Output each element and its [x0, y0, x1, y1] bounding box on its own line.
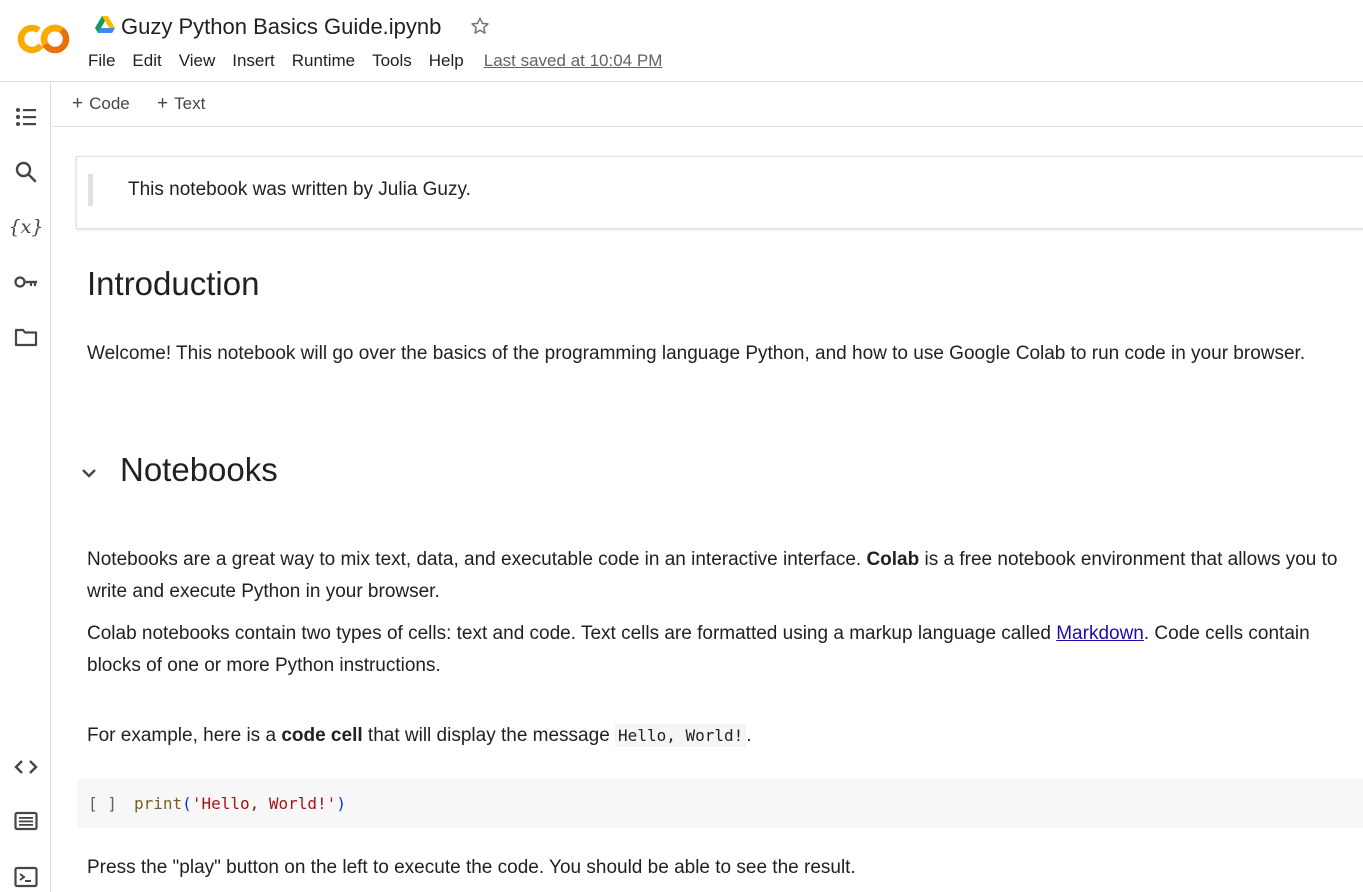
intro-paragraph: Welcome! This notebook will go over the …: [87, 343, 1306, 364]
chevron-down-icon[interactable]: [78, 462, 100, 484]
command-palette-icon[interactable]: [12, 807, 40, 835]
colab-logo[interactable]: [17, 22, 71, 56]
menu-help[interactable]: Help: [429, 51, 464, 71]
text-cell-author[interactable]: This notebook was written by Julia Guzy.: [76, 156, 1363, 229]
menu-edit[interactable]: Edit: [132, 51, 161, 71]
table-of-contents-icon[interactable]: [12, 103, 40, 131]
run-cell-bracket[interactable]: [ ]: [88, 794, 117, 813]
add-text-cell-button[interactable]: + Text: [157, 93, 205, 115]
notebooks-paragraph-2: Colab notebooks contain two types of cel…: [87, 623, 1310, 676]
left-sidebar: {x}: [0, 82, 51, 892]
heading-notebooks: Notebooks: [120, 451, 278, 488]
app-header: Guzy Python Basics Guide.ipynb File Edit…: [0, 0, 1363, 82]
menu-tools[interactable]: Tools: [372, 51, 412, 71]
terminal-icon[interactable]: [12, 863, 40, 891]
menu-runtime[interactable]: Runtime: [292, 51, 355, 71]
notebooks-paragraph-4: Press the "play" button on the left to e…: [87, 857, 856, 878]
variables-glyph: {x}: [8, 216, 44, 238]
code-snippets-icon[interactable]: [12, 753, 40, 781]
heading-introduction: Introduction: [87, 265, 260, 302]
menu-view[interactable]: View: [179, 51, 216, 71]
blockquote-bar: [88, 174, 93, 206]
notebook-title[interactable]: Guzy Python Basics Guide.ipynb: [121, 14, 441, 40]
plus-icon: +: [157, 93, 169, 114]
inline-code: Hello, World!: [615, 724, 747, 747]
code-source[interactable]: print('Hello, World!'): [134, 794, 346, 813]
menu-file[interactable]: File: [88, 51, 115, 71]
add-text-label: Text: [174, 94, 206, 113]
add-code-cell-button[interactable]: + Code: [72, 93, 130, 115]
notebooks-paragraph-3: For example, here is a code cell that wi…: [87, 724, 752, 747]
files-folder-icon[interactable]: [12, 323, 40, 351]
plus-icon: +: [72, 93, 84, 114]
markdown-link[interactable]: Markdown: [1056, 623, 1144, 644]
cell-toolbar: + Code + Text: [52, 82, 1363, 127]
menu-bar: File Edit View Insert Runtime Tools Help…: [88, 51, 662, 71]
google-drive-icon[interactable]: [95, 16, 115, 34]
menu-insert[interactable]: Insert: [232, 51, 275, 71]
notebooks-paragraph-1: Notebooks are a great way to mix text, d…: [87, 549, 1338, 602]
variables-icon[interactable]: {x}: [9, 213, 44, 241]
code-cell[interactable]: [ ] print('Hello, World!'): [77, 779, 1363, 828]
search-icon[interactable]: [12, 158, 40, 186]
secrets-key-icon[interactable]: [12, 268, 40, 296]
last-saved-link[interactable]: Last saved at 10:04 PM: [484, 51, 663, 71]
star-icon[interactable]: [469, 15, 491, 37]
notebook-content[interactable]: This notebook was written by Julia Guzy.…: [52, 128, 1363, 892]
author-note: This notebook was written by Julia Guzy.: [128, 179, 471, 200]
add-code-label: Code: [89, 94, 130, 113]
